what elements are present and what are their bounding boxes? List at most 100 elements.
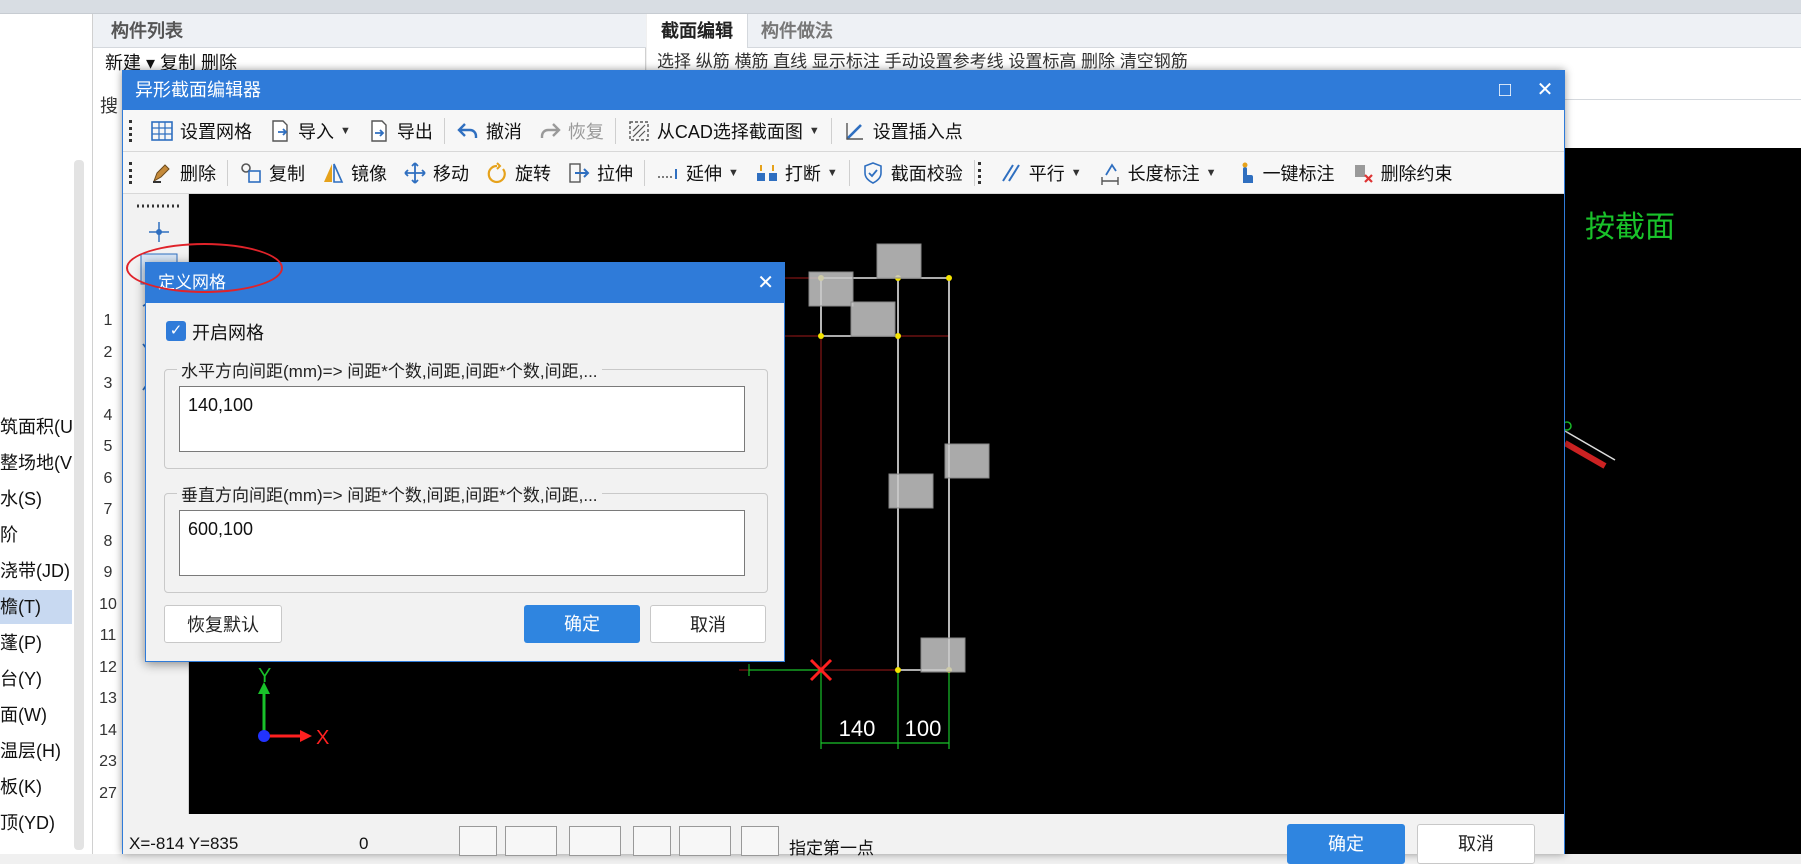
vertical-spacing-group: 垂直方向间距(mm)=> 间距*个数,间距,间距*个数,间距,... 600,1… xyxy=(164,481,768,593)
parallel-button[interactable]: 平行 ▼ xyxy=(991,157,1090,189)
tab-component-method[interactable]: 构件做法 xyxy=(747,14,847,48)
enable-grid-checkbox[interactable]: ✓ xyxy=(166,321,186,341)
vertical-spacing-input[interactable]: 600,100 xyxy=(179,510,745,576)
display-dropdown[interactable] xyxy=(679,826,731,856)
remove-constraint-label: 删除约束 xyxy=(1380,163,1453,184)
component-search-stub[interactable]: 搜 xyxy=(100,92,118,118)
grid-icon xyxy=(151,120,173,141)
toolbar-grip[interactable] xyxy=(129,161,136,184)
rotate-label: 旋转 xyxy=(515,163,551,184)
axis-label-y: Y xyxy=(258,665,271,687)
left-panel-item[interactable]: 浇带(JD) xyxy=(0,554,72,588)
grid-settings-button[interactable]: 设置网格 xyxy=(142,115,260,147)
row-number: 10 xyxy=(99,595,117,613)
close-icon[interactable]: ✕ xyxy=(1525,71,1565,110)
canvas-label: 按截面 xyxy=(1585,211,1675,244)
row-number: 8 xyxy=(103,532,113,550)
dimension-toggle[interactable] xyxy=(741,826,779,856)
export-button[interactable]: 导出 xyxy=(359,115,441,147)
chevron-down-icon[interactable]: ▼ xyxy=(728,167,739,179)
point-snap-dropdown[interactable] xyxy=(569,826,621,856)
section-check-button[interactable]: 截面校验 xyxy=(853,157,971,189)
import-label: 导入 xyxy=(298,121,334,142)
tab-section-edit[interactable]: 截面编辑 xyxy=(647,14,748,48)
parallel-icon xyxy=(1001,163,1020,182)
snap-mode-dropdown[interactable] xyxy=(505,826,557,856)
dialog-close-icon[interactable]: ✕ xyxy=(757,263,774,303)
left-panel-item[interactable]: 板(K) xyxy=(0,770,72,804)
stretch-button[interactable]: 拉伸 xyxy=(559,157,641,189)
row-number: 3 xyxy=(103,375,113,392)
row-number: 14 xyxy=(99,721,117,739)
export-icon xyxy=(371,119,387,142)
left-panel-item[interactable]: 檐(T) xyxy=(0,590,72,624)
restore-default-button[interactable]: 恢复默认 xyxy=(164,605,282,643)
left-panel-item[interactable]: 筑面积(U xyxy=(0,410,72,444)
dimension-label-100: 100 xyxy=(905,716,942,741)
maximize-icon[interactable]: □ xyxy=(1485,71,1525,110)
define-grid-dialog: 定义网格 ✕ ✓ 开启网格 水平方向间距(mm)=> 间距*个数,间距,间距*个… xyxy=(145,262,785,662)
break-button[interactable]: 打断 ▼ xyxy=(747,157,846,189)
redo-label: 恢复 xyxy=(567,121,604,142)
editor-status-bar: X=-814 Y=835 0 指定第一点 确定 取消 xyxy=(123,814,1564,864)
left-panel-item[interactable]: 温层(H) xyxy=(0,734,72,768)
cad-select-button[interactable]: 从CAD选择截面图 ▼ xyxy=(619,115,828,147)
row-number: 9 xyxy=(103,564,113,581)
status-value: 0 xyxy=(359,834,369,853)
highlight-ellipse xyxy=(126,243,283,293)
cad-select-label: 从CAD选择截面图 xyxy=(656,121,803,142)
mirror-label: 镜像 xyxy=(351,163,387,184)
chevron-down-icon[interactable]: ▼ xyxy=(1206,167,1217,179)
editor-confirm-button[interactable]: 确定 xyxy=(1287,824,1405,864)
horizontal-spacing-legend: 水平方向间距(mm)=> 间距*个数,间距,间距*个数,间距,... xyxy=(177,357,602,382)
chevron-down-icon[interactable]: ▼ xyxy=(809,125,820,137)
dimension-label-140: 140 xyxy=(839,716,876,741)
import-button[interactable]: 导入 ▼ xyxy=(260,115,359,147)
move-button[interactable]: 移动 xyxy=(395,157,477,189)
dialog-ok-button[interactable]: 确定 xyxy=(524,605,640,643)
editor-cancel-button[interactable]: 取消 xyxy=(1417,824,1535,864)
component-list-header: 构件列表 xyxy=(93,14,646,48)
left-panel-scrollbar[interactable] xyxy=(74,160,84,850)
row-number: 6 xyxy=(103,469,113,487)
copy-button[interactable]: 复制 xyxy=(231,157,313,189)
length-dimension-button[interactable]: 长度标注 ▼ xyxy=(1090,157,1225,189)
row-number: 2 xyxy=(103,343,113,361)
undo-button[interactable]: 撤消 xyxy=(448,115,530,147)
toolbar-grip[interactable] xyxy=(129,119,136,142)
undo-icon xyxy=(457,122,478,138)
extend-button[interactable]: 延伸 ▼ xyxy=(648,157,747,189)
check-icon xyxy=(863,161,882,184)
chevron-down-icon[interactable]: ▼ xyxy=(1071,167,1082,179)
toolbar-separator xyxy=(227,159,228,186)
dialog-cancel-button[interactable]: 取消 xyxy=(650,605,766,643)
enable-grid-label[interactable]: 开启网格 xyxy=(192,319,264,345)
row-number: 13 xyxy=(99,690,117,707)
horizontal-spacing-input[interactable]: 140,100 xyxy=(179,386,745,452)
break-label: 打断 xyxy=(784,163,821,184)
toolbar-separator xyxy=(830,117,832,144)
left-panel-item[interactable]: 整场地(V xyxy=(0,446,72,480)
left-panel-item[interactable]: 顶(YD) xyxy=(0,806,72,840)
left-panel-item[interactable]: 台(Y) xyxy=(0,662,72,696)
ortho-toggle[interactable] xyxy=(459,826,497,856)
left-panel-item[interactable]: 阶 xyxy=(0,518,72,552)
track-toggle[interactable] xyxy=(633,826,671,856)
left-panel-item[interactable]: 蓬(P) xyxy=(0,626,72,660)
extend-label: 延伸 xyxy=(686,163,722,184)
delete-button[interactable]: 删除 xyxy=(142,157,224,189)
insert-point-button[interactable]: 设置插入点 xyxy=(835,115,971,147)
redo-button[interactable]: 恢复 xyxy=(530,115,612,147)
auto-dimension-button[interactable]: 一键标注 xyxy=(1225,157,1343,189)
chevron-down-icon[interactable]: ▼ xyxy=(827,167,838,179)
remove-constraint-button[interactable]: 删除约束 xyxy=(1343,157,1461,189)
toolbar-grip[interactable] xyxy=(977,161,985,184)
background-canvas[interactable] xyxy=(1562,148,1801,854)
mirror-button[interactable]: 镜像 xyxy=(313,157,395,189)
left-panel-item[interactable]: 水(S) xyxy=(0,482,72,516)
left-panel-item[interactable]: 面(W) xyxy=(0,698,72,732)
rotate-button[interactable]: 旋转 xyxy=(477,157,559,189)
editor-toolbar-secondary: 删除 复制 镜像 移动 旋转 拉伸 延伸 ▼ 打断 ▼ 截面校验 平行 ▼ 长度… xyxy=(123,152,1564,194)
auto-dimension-label: 一键标注 xyxy=(1262,163,1335,184)
chevron-down-icon[interactable]: ▼ xyxy=(340,125,351,137)
